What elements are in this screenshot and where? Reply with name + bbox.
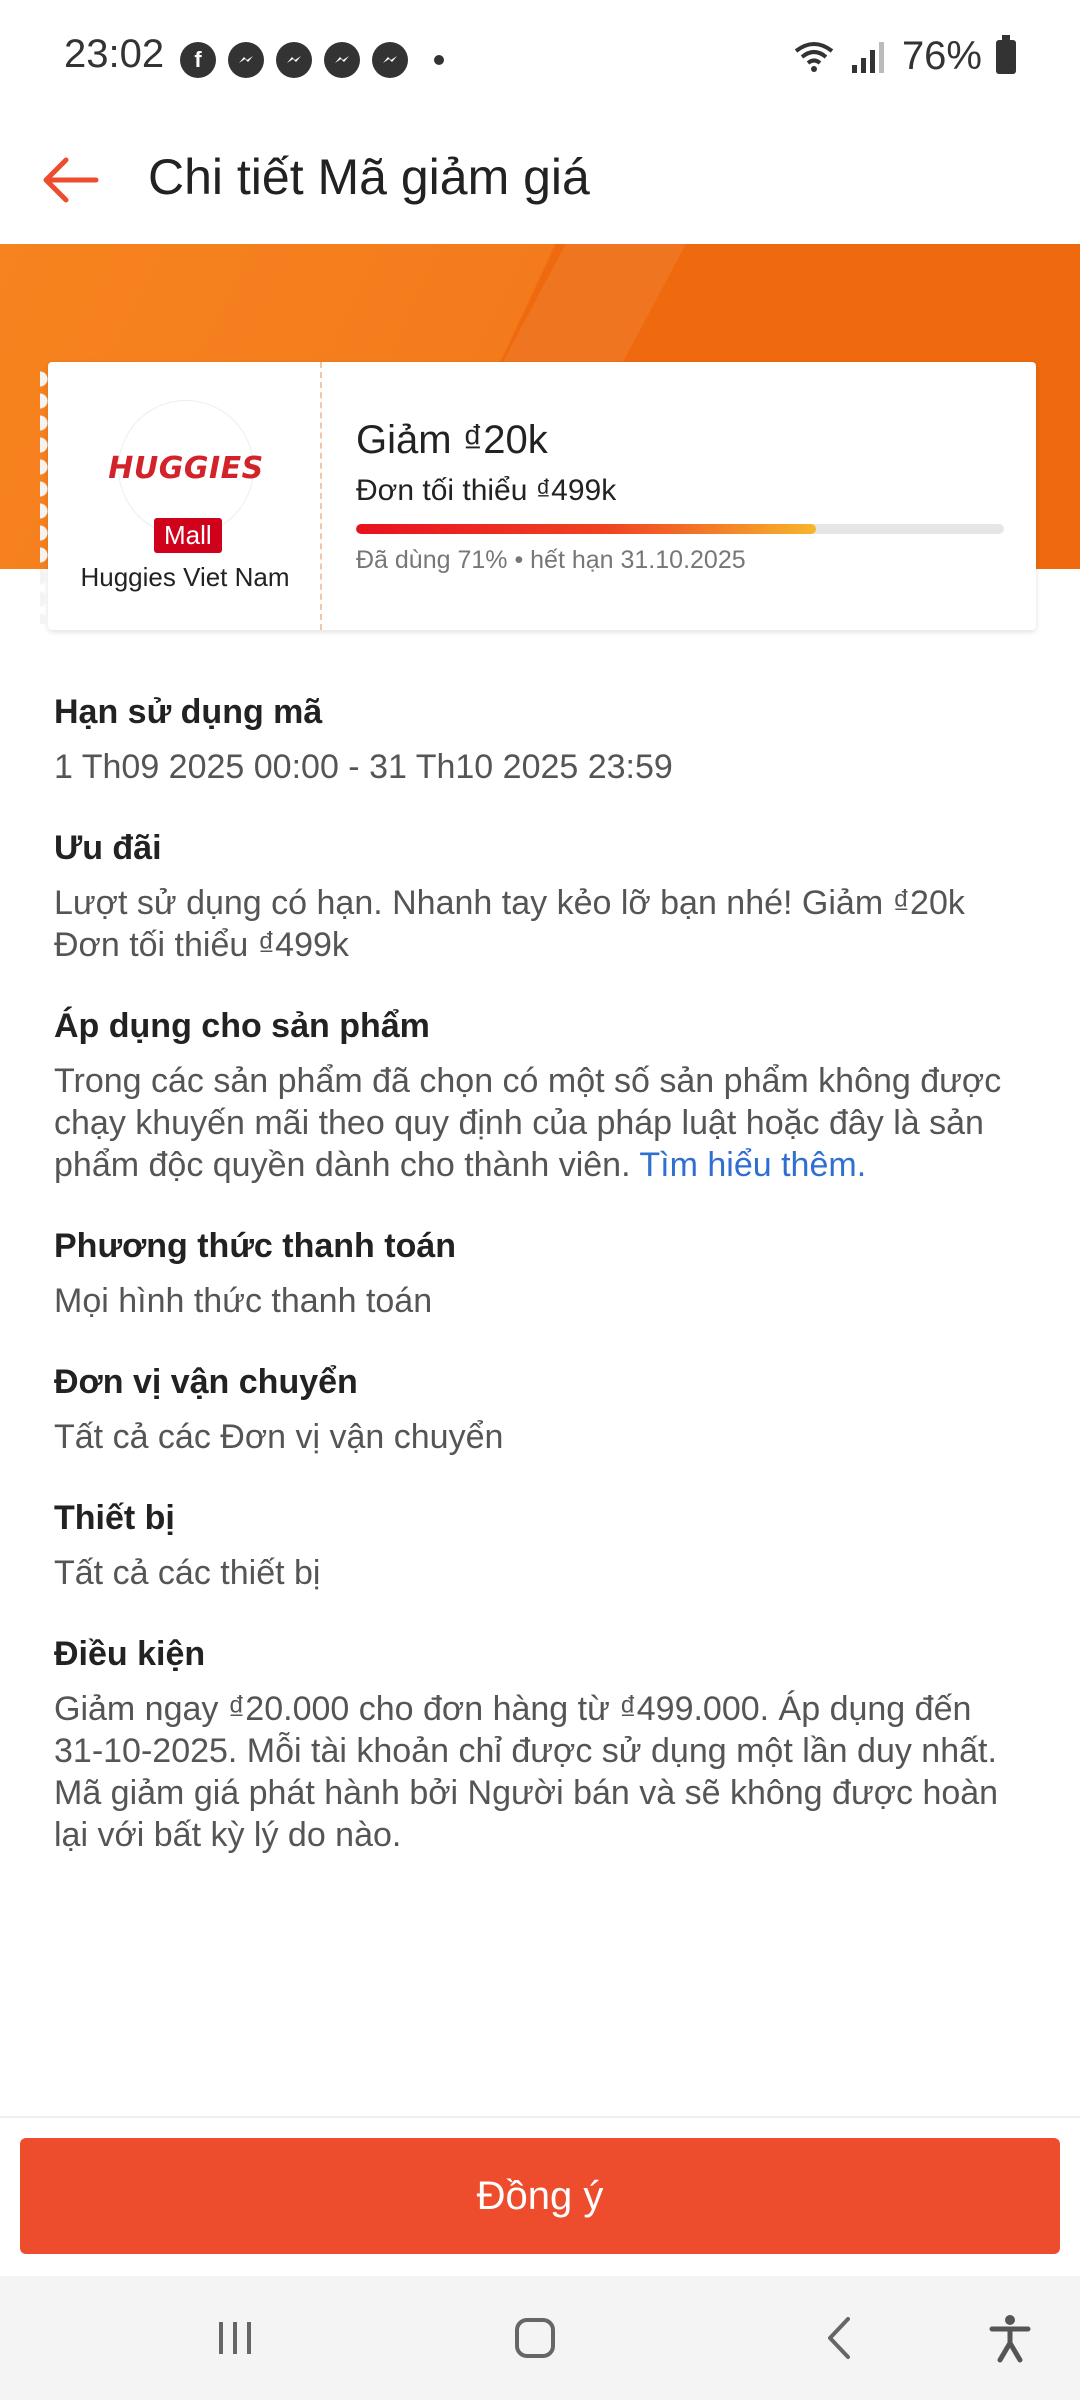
section-body: Trong các sản phẩm đã chọn có một số sản… [54, 1060, 1026, 1186]
home-icon [515, 2318, 555, 2358]
battery-percent: 76% [901, 34, 982, 78]
accessibility-icon [989, 2315, 1031, 2363]
section-payment: Phương thức thanh toán Mọi hình thức tha… [54, 1224, 1026, 1322]
system-back-button[interactable] [805, 2306, 875, 2370]
section-device: Thiết bị Tất cả các thiết bị [54, 1496, 1026, 1594]
agree-button[interactable]: Đồng ý [20, 2138, 1060, 2254]
shop-logo-text: HUGGIES [108, 450, 264, 486]
chevron-left-icon [828, 2317, 850, 2359]
back-button[interactable] [30, 140, 110, 220]
voucher-card: HUGGIES Mall Huggies Viet Nam Giảm ₫20k … [40, 362, 1036, 630]
home-button[interactable] [500, 2306, 570, 2370]
section-heading: Áp dụng cho sản phẩm [54, 1007, 430, 1045]
status-right: 76% [794, 34, 1016, 79]
back-arrow-icon [43, 157, 99, 203]
section-body: Lượt sử dụng có hạn. Nhanh tay kẻo lỡ bạ… [54, 884, 965, 964]
usage-progress-fill [356, 524, 817, 534]
section-heading: Điều kiện [54, 1635, 206, 1673]
voucher-info-panel: Giảm ₫20k Đơn tối thiểu ₫499k Đã dùng 71… [322, 362, 1036, 630]
page-title: Chi tiết Mã giảm giá [148, 149, 590, 205]
app-header: Chi tiết Mã giảm giá [0, 120, 1080, 244]
usage-progress-bar [356, 524, 1004, 534]
recent-apps-icon [219, 2322, 251, 2354]
messenger-icon [228, 42, 264, 78]
section-heading: Đơn vị vận chuyển [54, 1363, 358, 1401]
mall-badge: Mall [154, 518, 222, 553]
messenger-icon [276, 42, 312, 78]
section-body: Mọi hình thức thanh toán [54, 1282, 433, 1320]
section-products: Áp dụng cho sản phẩm Trong các sản phẩm … [54, 1004, 1026, 1186]
section-heading: Hạn sử dụng mã [54, 693, 323, 731]
voucher-shop-panel: HUGGIES Mall Huggies Viet Nam [40, 362, 322, 630]
messenger-icon [324, 42, 360, 78]
accessibility-button[interactable] [975, 2306, 1045, 2370]
learn-more-link[interactable]: Tìm hiểu thêm. [639, 1146, 866, 1184]
shop-logo: HUGGIES [108, 400, 263, 536]
wifi-icon [794, 41, 834, 72]
system-nav-bar [0, 2276, 1080, 2400]
recent-apps-button[interactable] [200, 2306, 270, 2370]
facebook-icon: f [180, 42, 216, 78]
section-conditions: Điều kiện Giảm ngay ₫20.000 cho đơn hàng… [54, 1632, 1026, 1856]
battery-icon [996, 34, 1016, 74]
more-notifications-dot-icon [434, 55, 444, 65]
voucher-min-order: Đơn tối thiểu ₫499k [356, 474, 617, 507]
section-body: 1 Th09 2025 00:00 - 31 Th10 2025 23:59 [54, 748, 673, 786]
status-bar: 23:02 f 76% [0, 0, 1080, 120]
section-offer: Ưu đãi Lượt sử dụng có hạn. Nhanh tay kẻ… [54, 826, 1026, 966]
section-shipping: Đơn vị vận chuyển Tất cả các Đơn vị vận … [54, 1360, 1026, 1458]
section-validity: Hạn sử dụng mã 1 Th09 2025 00:00 - 31 Th… [54, 690, 1026, 788]
section-heading: Thiết bị [54, 1499, 175, 1537]
notification-icons: f [180, 42, 444, 78]
section-body: Tất cả các Đơn vị vận chuyển [54, 1418, 504, 1456]
shop-name: Huggies Viet Nam [80, 562, 290, 592]
voucher-details: Hạn sử dụng mã 1 Th09 2025 00:00 - 31 Th… [54, 690, 1026, 1894]
status-time: 23:02 [64, 32, 165, 76]
usage-text: Đã dùng 71% • hết hạn 31.10.2025 [356, 546, 746, 574]
section-heading: Phương thức thanh toán [54, 1227, 457, 1265]
section-heading: Ưu đãi [54, 829, 162, 867]
footer-divider [0, 2116, 1080, 2118]
section-body: Giảm ngay ₫20.000 cho đơn hàng từ ₫499.0… [54, 1690, 999, 1854]
section-body: Tất cả các thiết bị [54, 1554, 321, 1592]
messenger-icon [372, 42, 408, 78]
signal-icon [851, 41, 884, 73]
voucher-title: Giảm ₫20k [356, 418, 548, 462]
